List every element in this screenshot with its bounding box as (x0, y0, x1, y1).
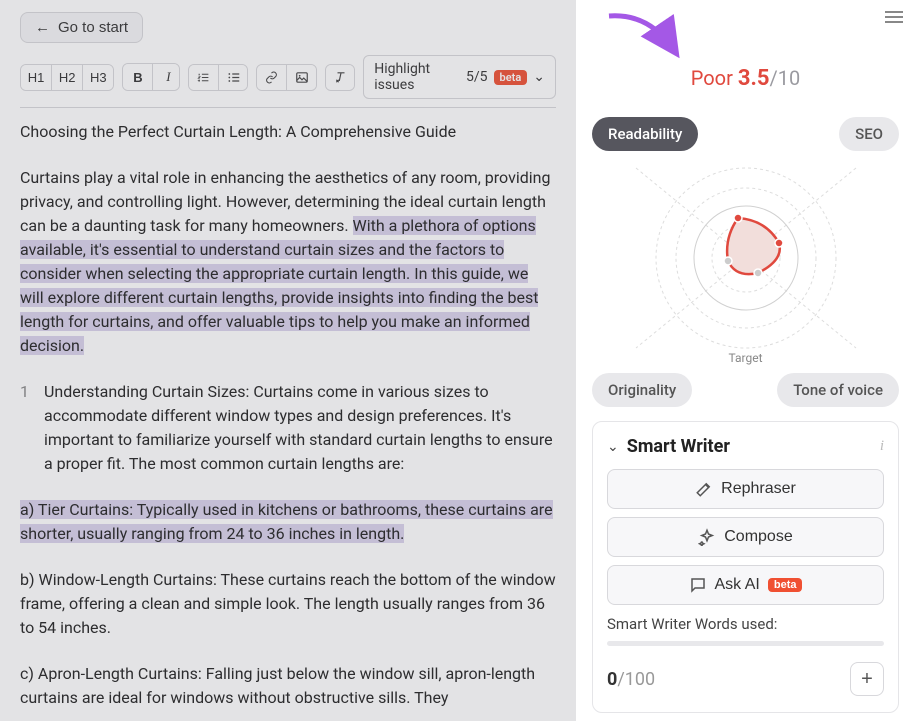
add-words-button[interactable]: + (850, 662, 884, 696)
words-total: /100 (617, 669, 655, 690)
italic-button[interactable]: I (153, 64, 180, 90)
document-body[interactable]: Choosing the Perfect Curtain Length: A C… (20, 120, 556, 709)
score-value: 3.5 (738, 66, 770, 91)
unordered-list-icon (227, 70, 241, 85)
highlight-issues-count: 5/5 (466, 69, 488, 85)
score-outof: /10 (769, 66, 800, 90)
smart-writer-card: ⌄ Smart Writer i Rephraser Compose Ask A… (592, 421, 899, 713)
clear-format-button[interactable] (326, 65, 356, 90)
intro-highlighted-text: With a plethora of options available, it… (20, 216, 538, 355)
list-item-text: Understanding Curtain Sizes: Curtains co… (44, 380, 556, 476)
link-button[interactable] (257, 65, 287, 90)
arrow-left-icon: ← (35, 19, 50, 36)
beta-badge: beta (768, 578, 803, 592)
sub-item-b: b) Window-Length Curtains: These curtain… (20, 568, 556, 640)
score-display: Poor 3.5/10 (592, 66, 899, 91)
score-label: Poor (691, 66, 733, 90)
link-icon (265, 70, 278, 85)
tab-seo[interactable]: SEO (839, 117, 899, 151)
sub-item-a: a) Tier Curtains: Typically used in kitc… (20, 498, 556, 546)
chevron-down-icon: ⌄ (533, 69, 545, 85)
image-button[interactable] (287, 65, 316, 90)
smart-writer-toggle[interactable]: ⌄ Smart Writer (607, 436, 730, 457)
tab-originality[interactable]: Originality (592, 373, 692, 407)
compose-label: Compose (724, 528, 792, 546)
heading-3-button[interactable]: H3 (83, 65, 113, 90)
words-current: 0 (607, 669, 617, 690)
info-icon[interactable]: i (880, 438, 884, 455)
chevron-down-icon: ⌄ (607, 439, 619, 455)
target-label: Target (592, 351, 899, 365)
radar-chart (592, 163, 899, 353)
tab-readability[interactable]: Readability (592, 117, 698, 151)
tab-tone[interactable]: Tone of voice (777, 373, 899, 407)
bold-button[interactable]: B (123, 64, 153, 90)
words-used-label: Smart Writer Words used: (607, 615, 884, 633)
ask-ai-label: Ask AI (715, 576, 760, 594)
compose-button[interactable]: Compose (607, 517, 884, 557)
highlight-issues-dropdown[interactable]: Highlight issues 5/5 beta ⌄ (363, 55, 556, 99)
image-icon (295, 70, 309, 85)
analysis-pane: Poor 3.5/10 Readability SEO (576, 0, 915, 721)
document-title: Choosing the Perfect Curtain Length: A C… (20, 120, 556, 144)
unordered-list-button[interactable] (219, 65, 248, 90)
heading-2-button[interactable]: H2 (52, 65, 83, 90)
heading-1-button[interactable]: H1 (21, 65, 52, 90)
go-to-start-button[interactable]: ← Go to start (20, 12, 143, 43)
smart-writer-title: Smart Writer (627, 436, 730, 457)
ask-ai-button[interactable]: Ask AI beta (607, 565, 884, 605)
chat-icon (689, 576, 707, 594)
attention-arrow-icon (604, 8, 684, 68)
ordered-list-button[interactable] (189, 65, 219, 90)
list-number: 1 (20, 380, 34, 476)
hamburger-icon (885, 11, 903, 13)
clear-format-icon (334, 70, 348, 85)
words-progress-bar (607, 641, 884, 646)
editor-toolbar: H1 H2 H3 B I (20, 55, 556, 108)
intro-paragraph: Curtains play a vital role in enhancing … (20, 166, 556, 358)
menu-button[interactable] (885, 8, 903, 26)
beta-badge: beta (494, 70, 528, 85)
words-count: 0/100 (607, 669, 655, 690)
sub-item-c: c) Apron-Length Curtains: Falling just b… (20, 662, 556, 709)
list-item: 1 Understanding Curtain Sizes: Curtains … (20, 380, 556, 476)
rephraser-label: Rephraser (721, 480, 796, 498)
editor-pane: ← Go to start H1 H2 H3 B I (0, 0, 576, 721)
rephraser-icon (695, 480, 713, 498)
highlight-issues-label: Highlight issues (374, 61, 460, 93)
compose-icon (698, 528, 716, 546)
ordered-list-icon (197, 70, 210, 85)
rephraser-button[interactable]: Rephraser (607, 469, 884, 509)
sub-item-a-text: a) Tier Curtains: Typically used in kitc… (20, 500, 553, 543)
go-to-start-label: Go to start (58, 19, 128, 36)
